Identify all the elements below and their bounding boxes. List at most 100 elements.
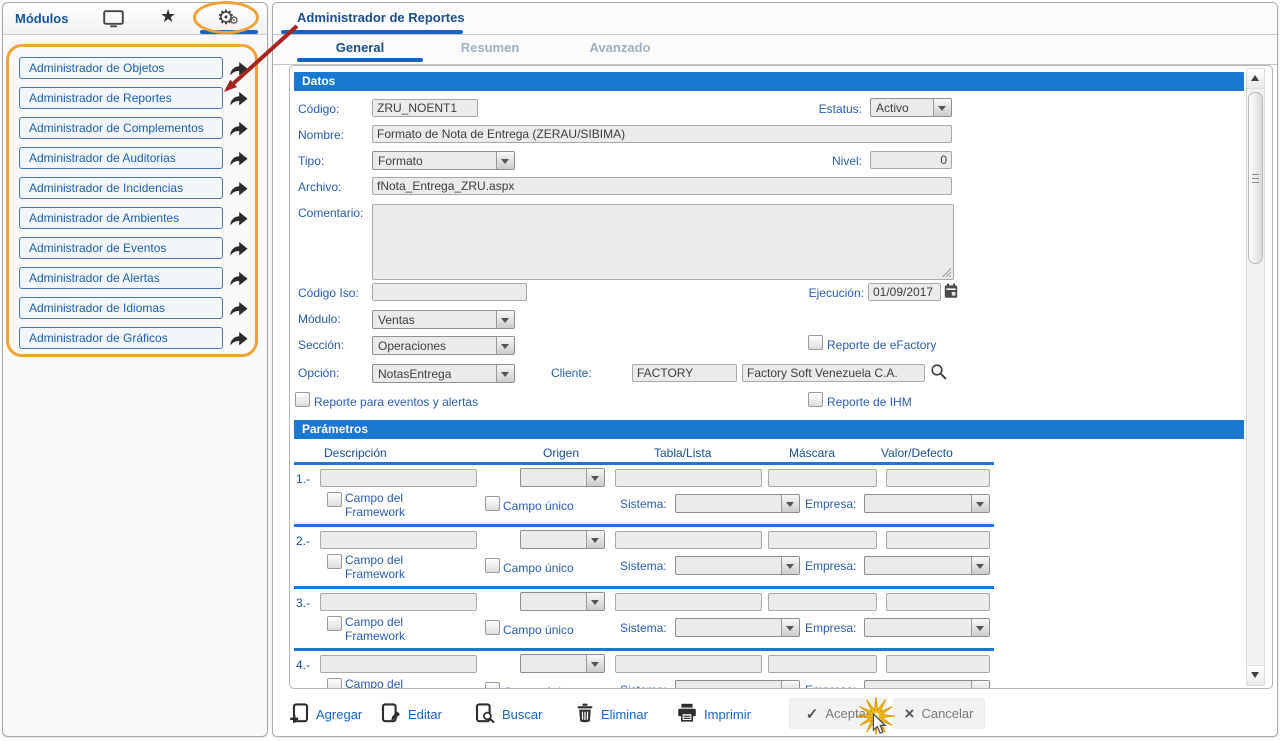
launch-arrow-icon[interactable] bbox=[228, 90, 249, 107]
agregar-button[interactable]: Agregar bbox=[289, 699, 362, 729]
launch-arrow-icon[interactable] bbox=[228, 330, 249, 347]
sidebar-item-button[interactable]: Administrador de Gráficos bbox=[19, 327, 223, 349]
param-mascara-input[interactable] bbox=[768, 531, 877, 549]
launch-arrow-icon[interactable] bbox=[228, 180, 249, 197]
campo-framework-checkbox[interactable] bbox=[327, 678, 342, 689]
launch-arrow-icon[interactable] bbox=[228, 240, 249, 257]
seccion-dropdown[interactable]: Operaciones bbox=[372, 336, 515, 355]
comentario-textarea[interactable] bbox=[372, 204, 954, 280]
param-descripcion-input[interactable] bbox=[320, 593, 477, 611]
param-mascara-input[interactable] bbox=[768, 655, 877, 673]
tab-resumen[interactable]: Resumen bbox=[427, 35, 553, 63]
sidebar-item-button[interactable]: Administrador de Alertas bbox=[19, 267, 223, 289]
chevron-down-icon[interactable] bbox=[971, 495, 989, 512]
chevron-down-icon[interactable] bbox=[933, 99, 951, 116]
launch-arrow-icon[interactable] bbox=[228, 60, 249, 77]
cliente-nombre-input[interactable] bbox=[742, 364, 925, 382]
chevron-down-icon[interactable] bbox=[781, 681, 799, 689]
eliminar-button[interactable]: Eliminar bbox=[576, 699, 648, 729]
imprimir-button[interactable]: Imprimir bbox=[677, 699, 751, 729]
param-valor-defecto-input[interactable] bbox=[886, 655, 990, 673]
chevron-down-icon[interactable] bbox=[586, 531, 604, 548]
param-tabla-lista-input[interactable] bbox=[615, 469, 762, 487]
star-icon[interactable]: ★ bbox=[160, 6, 176, 27]
cliente-codigo-input[interactable] bbox=[632, 364, 737, 382]
sistema-dropdown[interactable] bbox=[675, 680, 800, 689]
chevron-down-icon[interactable] bbox=[971, 681, 989, 689]
tipo-dropdown[interactable]: Formato bbox=[372, 151, 515, 170]
codigo-input[interactable] bbox=[372, 99, 478, 117]
estatus-dropdown[interactable]: Activo bbox=[870, 98, 952, 117]
sidebar-item-button[interactable]: Administrador de Complementos bbox=[19, 117, 223, 139]
codigo-iso-input[interactable] bbox=[372, 283, 527, 301]
param-descripcion-input[interactable] bbox=[320, 531, 477, 549]
param-descripcion-input[interactable] bbox=[320, 469, 477, 487]
chevron-down-icon[interactable] bbox=[586, 655, 604, 672]
empresa-dropdown[interactable] bbox=[864, 494, 990, 513]
reporte-eventos-checkbox[interactable] bbox=[295, 392, 310, 407]
aceptar-button[interactable]: ✓ Aceptar bbox=[789, 698, 887, 729]
tab-general[interactable]: General bbox=[297, 35, 423, 63]
param-mascara-input[interactable] bbox=[768, 593, 877, 611]
param-origen-dropdown[interactable] bbox=[520, 468, 605, 487]
param-descripcion-input[interactable] bbox=[320, 655, 477, 673]
param-valor-defecto-input[interactable] bbox=[886, 593, 990, 611]
param-origen-dropdown[interactable] bbox=[520, 530, 605, 549]
monitor-icon[interactable] bbox=[103, 10, 124, 28]
campo-unico-checkbox[interactable] bbox=[485, 682, 500, 689]
param-origen-dropdown[interactable] bbox=[520, 592, 605, 611]
calendar-icon[interactable] bbox=[944, 283, 958, 299]
launch-arrow-icon[interactable] bbox=[228, 120, 249, 137]
archivo-input[interactable] bbox=[372, 177, 952, 195]
campo-framework-checkbox[interactable] bbox=[327, 492, 342, 507]
campo-unico-checkbox[interactable] bbox=[485, 620, 500, 635]
sidebar-item-button[interactable]: Administrador de Eventos bbox=[19, 237, 223, 259]
empresa-dropdown[interactable] bbox=[864, 556, 990, 575]
sistema-dropdown[interactable] bbox=[675, 556, 800, 575]
search-icon[interactable] bbox=[930, 363, 947, 380]
sidebar-item-button[interactable]: Administrador de Incidencias bbox=[19, 177, 223, 199]
sidebar-item-button[interactable]: Administrador de Reportes bbox=[19, 87, 223, 109]
param-valor-defecto-input[interactable] bbox=[886, 531, 990, 549]
buscar-button[interactable]: Buscar bbox=[475, 699, 542, 729]
chevron-down-icon[interactable] bbox=[586, 593, 604, 610]
opcion-dropdown[interactable]: NotasEntrega bbox=[372, 364, 515, 383]
chevron-down-icon[interactable] bbox=[781, 495, 799, 512]
campo-framework-checkbox[interactable] bbox=[327, 554, 342, 569]
sistema-dropdown[interactable] bbox=[675, 618, 800, 637]
vertical-scrollbar[interactable] bbox=[1246, 68, 1265, 686]
chevron-down-icon[interactable] bbox=[586, 469, 604, 486]
param-valor-defecto-input[interactable] bbox=[886, 469, 990, 487]
nivel-input[interactable] bbox=[870, 151, 952, 169]
param-origen-dropdown[interactable] bbox=[520, 654, 605, 673]
param-mascara-input[interactable] bbox=[768, 469, 877, 487]
sidebar-item-button[interactable]: Administrador de Ambientes bbox=[19, 207, 223, 229]
tab-avanzado[interactable]: Avanzado bbox=[557, 35, 683, 63]
campo-unico-checkbox[interactable] bbox=[485, 558, 500, 573]
param-tabla-lista-input[interactable] bbox=[615, 531, 762, 549]
scroll-up-arrow-icon[interactable] bbox=[1247, 69, 1264, 89]
sidebar-item-button[interactable]: Administrador de Objetos bbox=[19, 57, 223, 79]
launch-arrow-icon[interactable] bbox=[228, 270, 249, 287]
launch-arrow-icon[interactable] bbox=[228, 300, 249, 317]
param-tabla-lista-input[interactable] bbox=[615, 593, 762, 611]
sidebar-item-button[interactable]: Administrador de Idiomas bbox=[19, 297, 223, 319]
nombre-input[interactable] bbox=[372, 125, 952, 143]
editar-button[interactable]: Editar bbox=[381, 699, 442, 729]
chevron-down-icon[interactable] bbox=[496, 311, 514, 328]
param-tabla-lista-input[interactable] bbox=[615, 655, 762, 673]
chevron-down-icon[interactable] bbox=[971, 557, 989, 574]
modulo-dropdown[interactable]: Ventas bbox=[372, 310, 515, 329]
campo-framework-checkbox[interactable] bbox=[327, 616, 342, 631]
launch-arrow-icon[interactable] bbox=[228, 150, 249, 167]
chevron-down-icon[interactable] bbox=[971, 619, 989, 636]
cancelar-button[interactable]: × Cancelar bbox=[893, 698, 985, 729]
scroll-down-arrow-icon[interactable] bbox=[1247, 665, 1264, 685]
scrollbar-thumb[interactable] bbox=[1248, 92, 1263, 264]
chevron-down-icon[interactable] bbox=[496, 365, 514, 382]
sistema-dropdown[interactable] bbox=[675, 494, 800, 513]
chevron-down-icon[interactable] bbox=[496, 337, 514, 354]
empresa-dropdown[interactable] bbox=[864, 680, 990, 689]
launch-arrow-icon[interactable] bbox=[228, 210, 249, 227]
campo-unico-checkbox[interactable] bbox=[485, 496, 500, 511]
